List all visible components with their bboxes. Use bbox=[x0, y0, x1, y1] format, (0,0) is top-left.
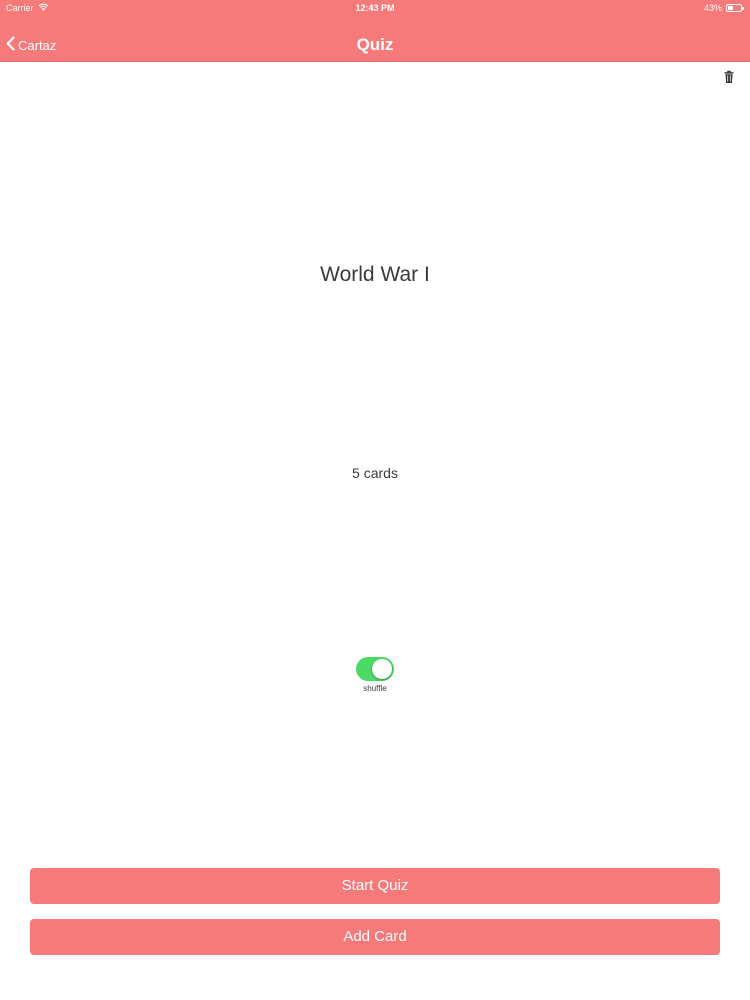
status-bar: Carrier 12:43 PM 43% bbox=[0, 0, 750, 16]
toggle-knob bbox=[372, 659, 392, 679]
shuffle-label: shuffle bbox=[363, 684, 387, 693]
status-right: 43% bbox=[703, 3, 744, 13]
status-time: 12:43 PM bbox=[355, 3, 395, 13]
add-card-button[interactable]: Add Card bbox=[30, 919, 720, 955]
page-title: Quiz bbox=[356, 35, 394, 54]
trash-icon[interactable] bbox=[722, 70, 736, 84]
shuffle-toggle[interactable] bbox=[356, 657, 394, 681]
card-count: 5 cards bbox=[352, 465, 398, 481]
battery-icon bbox=[726, 4, 744, 12]
deck-title: World War I bbox=[320, 263, 430, 286]
nav-bar: Cartaz Quiz bbox=[0, 22, 750, 62]
header: Carrier 12:43 PM 43% Cartaz Quiz bbox=[0, 0, 750, 62]
start-quiz-button[interactable]: Start Quiz bbox=[30, 868, 720, 904]
quiz-screen: Carrier 12:43 PM 43% Cartaz Quiz World W… bbox=[0, 0, 750, 1000]
battery-fill bbox=[728, 6, 734, 10]
battery-percent: 43% bbox=[703, 3, 722, 13]
